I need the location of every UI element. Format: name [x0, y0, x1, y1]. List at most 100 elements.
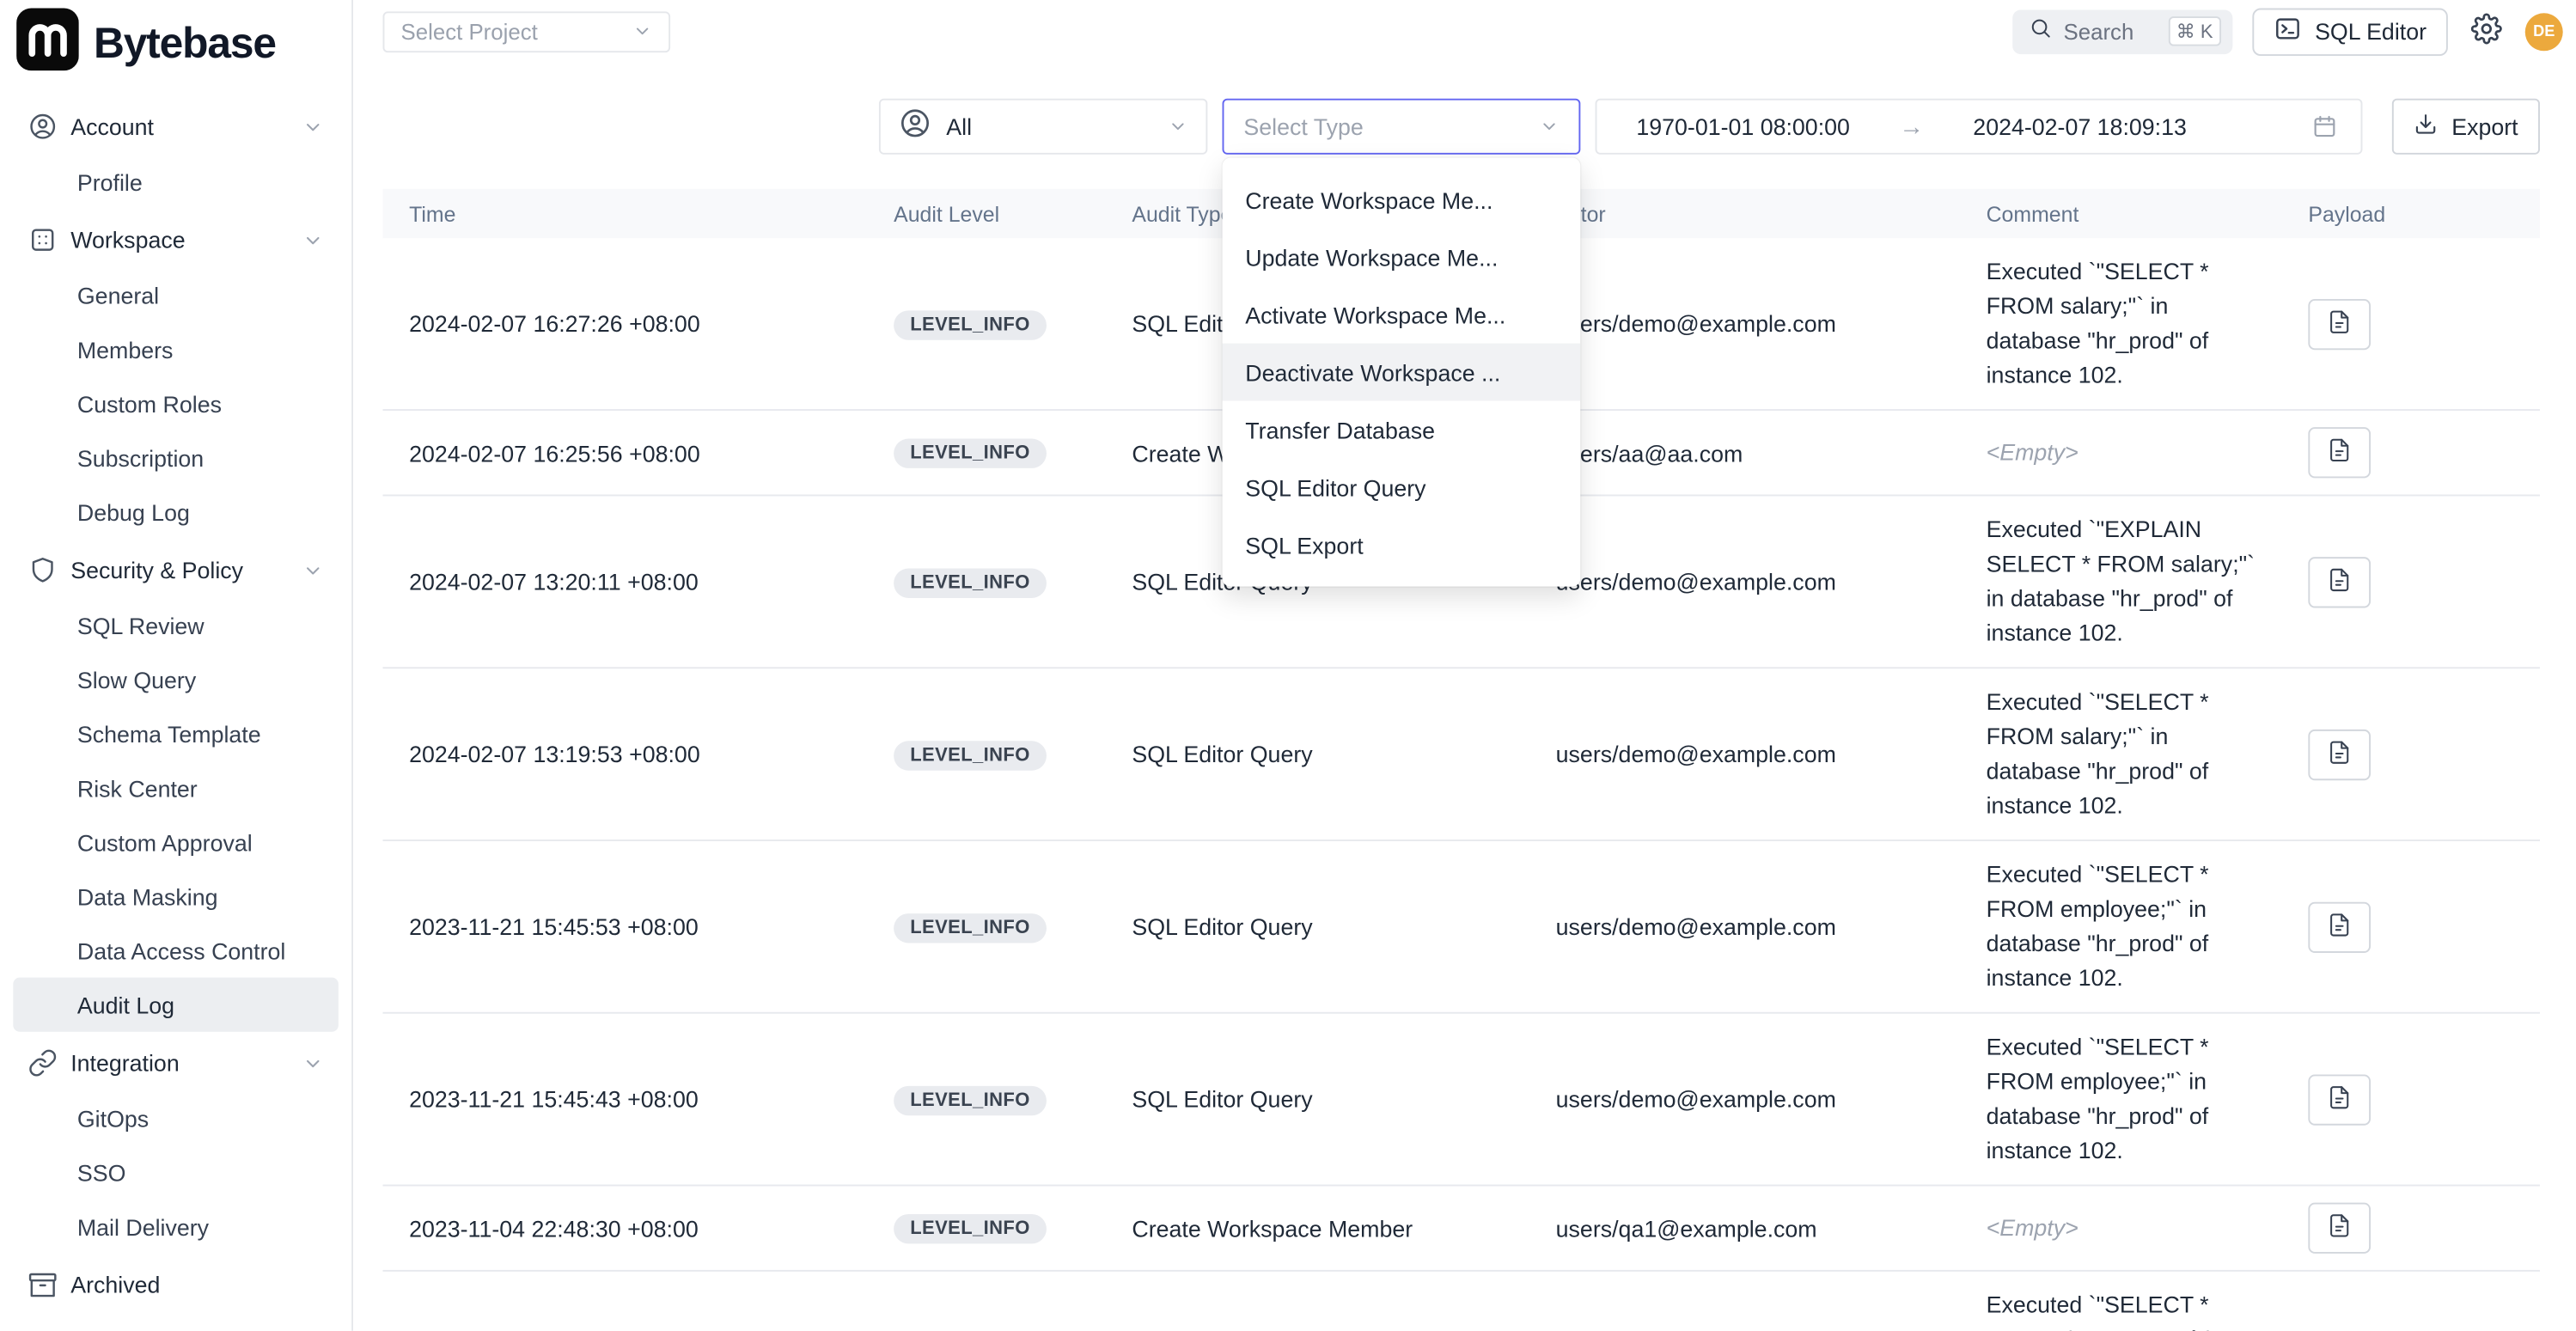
link-icon	[28, 1048, 58, 1078]
export-button[interactable]: Export	[2392, 99, 2540, 155]
sidebar-item-sso[interactable]: SSO	[13, 1145, 339, 1200]
sidebar-item-label: Slow Query	[77, 666, 196, 693]
file-icon	[2326, 1084, 2353, 1114]
payload-button[interactable]	[2308, 427, 2371, 478]
file-icon	[2326, 738, 2353, 769]
cell-actor: users/demo@example.com	[1529, 1070, 1960, 1129]
payload-button[interactable]	[2308, 556, 2371, 607]
cell-comment: Executed `"EXPLAIN SELECT * FROM salary;…	[1960, 496, 2282, 667]
payload-button[interactable]	[2308, 298, 2371, 349]
menu-item-deactivate-workspace-member[interactable]: Deactivate Workspace ...	[1223, 344, 1581, 401]
sql-editor-button[interactable]: SQL Editor	[2252, 8, 2447, 55]
sidebar-item-risk-center[interactable]: Risk Center	[13, 760, 339, 815]
search-shortcut: ⌘ K	[2168, 16, 2221, 46]
search-placeholder: Search	[2064, 19, 2157, 44]
sidebar-item-mail-delivery[interactable]: Mail Delivery	[13, 1200, 339, 1254]
table-row: 2023-11-21 15:45:43 +08:00 LEVEL_INFO SQ…	[382, 1014, 2539, 1187]
sidebar-item-sql-review[interactable]: SQL Review	[13, 598, 339, 652]
sidebar-item-workspace[interactable]: Workspace	[13, 212, 339, 268]
cell-comment: Executed `"SELECT * FROM employee;"` in …	[1960, 841, 2282, 1012]
sidebar-item-debug-log[interactable]: Debug Log	[13, 485, 339, 539]
column-header-audit-level: Audit Level	[868, 201, 1106, 226]
chevron-down-icon	[302, 559, 324, 581]
cell-audit-type: Create Workspace Member	[1106, 1199, 1529, 1258]
sidebar-item-security-policy[interactable]: Security & Policy	[13, 542, 339, 598]
sidebar-item-label: Data Masking	[77, 883, 218, 910]
audit-level-badge: LEVEL_INFO	[894, 439, 1047, 468]
menu-item-update-workspace-member[interactable]: Update Workspace Me...	[1223, 229, 1581, 286]
audit-level-badge: LEVEL_INFO	[894, 740, 1047, 769]
sidebar-item-subscription[interactable]: Subscription	[13, 430, 339, 485]
file-icon	[2326, 911, 2353, 942]
chevron-down-icon	[302, 229, 324, 251]
settings-button[interactable]	[2471, 13, 2502, 49]
sidebar-item-general[interactable]: General	[13, 268, 339, 322]
search-input[interactable]: Search ⌘ K	[2012, 9, 2232, 54]
sidebar-item-archived[interactable]: Archived	[13, 1257, 339, 1313]
file-icon	[2326, 566, 2353, 597]
sql-editor-label: SQL Editor	[2315, 18, 2426, 45]
audit-type-select[interactable]: Select Type	[1223, 99, 1581, 155]
cell-time: 2023-11-04 21:26:34 +08:00	[382, 1328, 867, 1331]
menu-item-sql-export[interactable]: SQL Export	[1223, 516, 1581, 573]
sidebar-item-gitops[interactable]: GitOps	[13, 1091, 339, 1145]
cell-actor: users/aa@aa.com	[1529, 423, 1960, 482]
payload-button[interactable]	[2308, 901, 2371, 952]
sidebar-item-data-masking[interactable]: Data Masking	[13, 869, 339, 923]
cell-time: 2023-11-21 15:45:43 +08:00	[382, 1070, 867, 1129]
project-select[interactable]: Select Project	[382, 10, 670, 52]
audit-level-badge: LEVEL_INFO	[894, 1085, 1047, 1114]
bytebase-logo-icon	[16, 8, 79, 78]
sidebar-item-profile[interactable]: Profile	[13, 155, 339, 209]
cell-actor: users/demo@example.com	[1529, 724, 1960, 784]
table-row: 2023-11-21 15:45:53 +08:00 LEVEL_INFO SQ…	[382, 841, 2539, 1014]
workspace-grid-icon	[28, 225, 58, 254]
sidebar-item-label: Members	[77, 336, 174, 363]
cell-comment: Executed `"SELECT * FROM employee;"` in …	[1960, 1014, 2282, 1185]
sidebar-item-account[interactable]: Account	[13, 99, 339, 155]
sidebar-item-schema-template[interactable]: Schema Template	[13, 706, 339, 760]
sidebar-item-slow-query[interactable]: Slow Query	[13, 652, 339, 706]
payload-button[interactable]	[2308, 729, 2371, 779]
sidebar-item-members[interactable]: Members	[13, 322, 339, 376]
sidebar: Bytebase Account Profile Workspace Gener…	[0, 0, 353, 1331]
menu-item-sql-editor-query[interactable]: SQL Editor Query	[1223, 458, 1581, 516]
sidebar-item-custom-approval[interactable]: Custom Approval	[13, 815, 339, 869]
brand-logo[interactable]: Bytebase	[0, 0, 351, 82]
column-header-actor: Actor	[1529, 201, 1960, 226]
download-icon	[2414, 112, 2439, 141]
cell-audit-type: SQL Editor Query	[1106, 1070, 1529, 1129]
cell-time: 2023-11-21 15:45:53 +08:00	[382, 897, 867, 956]
search-icon	[2029, 15, 2052, 46]
brand-name: Bytebase	[94, 17, 276, 68]
cell-audit-type: SQL Editor Query	[1106, 897, 1529, 956]
file-icon	[2326, 437, 2353, 468]
file-icon	[2326, 1212, 2353, 1243]
date-range-picker[interactable]: 1970-01-01 08:00:00 → 2024-02-07 18:09:1…	[1596, 99, 2363, 155]
sidebar-item-label: Risk Center	[77, 775, 198, 802]
file-icon	[2326, 308, 2353, 339]
sidebar-item-custom-roles[interactable]: Custom Roles	[13, 376, 339, 430]
sidebar-item-audit-log[interactable]: Audit Log	[13, 978, 339, 1032]
filter-bar: All Select Type 1970-01-01 08:00:00 → 20…	[382, 99, 2539, 155]
payload-button[interactable]	[2308, 1203, 2371, 1254]
column-header-time: Time	[382, 201, 867, 226]
sidebar-item-integration[interactable]: Integration	[13, 1035, 339, 1091]
avatar[interactable]: DE	[2525, 12, 2563, 50]
payload-button[interactable]	[2308, 1073, 2371, 1124]
sidebar-section-label: Security & Policy	[70, 557, 302, 583]
menu-item-create-workspace-member[interactable]: Create Workspace Me...	[1223, 171, 1581, 229]
menu-item-transfer-database[interactable]: Transfer Database	[1223, 401, 1581, 459]
cell-comment: Executed `"SELECT * FROM salary;"` in da…	[1960, 238, 2282, 409]
actor-scope-select[interactable]: All	[879, 99, 1207, 155]
audit-type-placeholder: Select Type	[1243, 113, 1539, 140]
sidebar-item-data-access-control[interactable]: Data Access Control	[13, 924, 339, 978]
audit-level-badge: LEVEL_INFO	[894, 1214, 1047, 1243]
shield-icon	[28, 555, 58, 584]
cell-time: 2024-02-07 13:19:53 +08:00	[382, 724, 867, 784]
sidebar-item-label: Schema Template	[77, 720, 261, 747]
cell-actor: users/qa1@example.com	[1529, 1199, 1960, 1258]
cell-comment: Executed `"SELECT * FROM department;"` i…	[1960, 1272, 2282, 1331]
avatar-initials: DE	[2533, 22, 2555, 40]
menu-item-activate-workspace-member[interactable]: Activate Workspace Me...	[1223, 286, 1581, 344]
